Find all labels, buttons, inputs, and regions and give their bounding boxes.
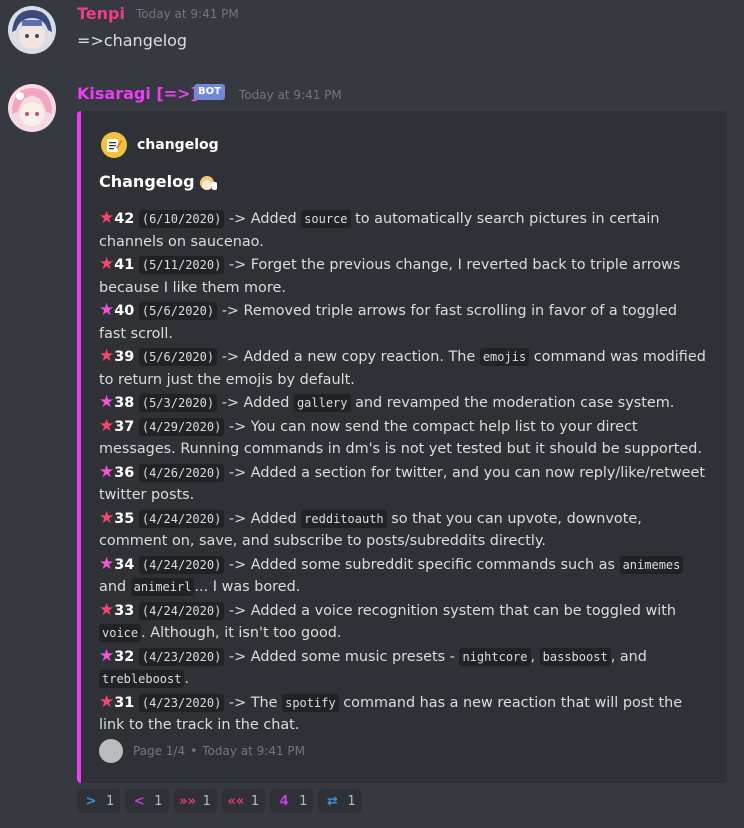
entry-date: (6/10/2020): [138, 210, 225, 228]
embed-author: changelog: [101, 131, 219, 159]
reaction-button[interactable]: »» 1: [173, 789, 217, 813]
star-icon: ★: [99, 691, 115, 712]
star-icon: ★: [99, 507, 115, 528]
entry-date: (4/24/2020): [138, 601, 225, 620]
command-code: animemes: [619, 555, 684, 574]
changelog-entry: ★41 (5/11/2020) -> Forget the previous c…: [99, 254, 681, 296]
reaction-button[interactable]: >1: [77, 789, 121, 813]
reaction-button[interactable]: <1: [125, 789, 169, 813]
changelog-embed: changelog Changelog ★42 (6/10/2020) -> A…: [77, 111, 727, 783]
entry-number: 34: [114, 556, 135, 573]
command-code: gallery: [293, 394, 351, 412]
reaction-button[interactable]: 41: [270, 789, 314, 813]
command-code: emojis: [479, 348, 530, 366]
reaction-count: 1: [154, 793, 163, 809]
bot-tag: BOT: [194, 84, 225, 100]
number-4-icon: 4: [279, 793, 289, 809]
command-code: nightcore: [459, 647, 531, 666]
entry-number: 33: [114, 602, 135, 619]
avatar[interactable]: [8, 6, 56, 54]
fast-back-icon: ««: [227, 793, 245, 809]
command-code: spotify: [282, 693, 339, 712]
star-icon: ★: [99, 645, 115, 666]
reaction-button[interactable]: ⇄ 1: [318, 789, 362, 813]
anime-girl-emoji-icon: [197, 173, 219, 193]
page-indicator: Page 1/4: [133, 744, 186, 758]
reaction-count: 1: [106, 793, 115, 809]
reaction-button[interactable]: «« 1: [221, 789, 266, 813]
command-code: trebleboost: [99, 670, 185, 688]
command-code: bassboost: [539, 647, 611, 666]
entry-date: (4/29/2020): [138, 417, 225, 436]
star-icon: ★: [99, 346, 115, 366]
entry-number: 41: [114, 257, 135, 273]
username[interactable]: Kisaragi [=>]: [77, 84, 198, 103]
star-icon: ★: [99, 553, 115, 574]
star-icon: ★: [99, 254, 115, 274]
reactions-bar: >1 <1»» 1 «« 1 4 1 ⇄ 1: [77, 789, 367, 813]
username[interactable]: Tenpi: [77, 4, 125, 23]
entry-date: (5/11/2020): [138, 256, 225, 274]
entry-number: 35: [114, 510, 135, 527]
embed-title-text: Changelog: [99, 172, 195, 191]
changelog-entry: ★37 (4/29/2020) -> You can now send the …: [99, 415, 702, 458]
copy-swap-icon: ⇄: [326, 793, 338, 809]
embed-description: ★42 (6/10/2020) -> Added source to autom…: [99, 207, 707, 737]
timestamp: Today at 9:41 PM: [136, 7, 239, 21]
fast-forward-icon: »»: [179, 793, 196, 809]
star-icon: ★: [99, 599, 115, 620]
star-icon: ★: [99, 392, 115, 412]
changelog-entry: ★31 (4/23/2020) -> The spotify command h…: [99, 691, 683, 734]
star-icon: ★: [99, 415, 115, 436]
footer-separator: •: [190, 744, 198, 758]
entry-date: (4/23/2020): [138, 693, 225, 712]
command-code: source: [301, 210, 351, 228]
changelog-entry: ★42 (6/10/2020) -> Added source to autom…: [99, 208, 660, 250]
left-arrow-icon: <: [133, 793, 145, 809]
command-code: animeirl: [130, 578, 195, 596]
embed-title: Changelog: [99, 172, 219, 193]
entry-date: (4/24/2020): [138, 509, 225, 528]
message-text: =>changelog: [77, 31, 188, 50]
entry-date: (5/3/2020): [138, 394, 218, 412]
reaction-count: 1: [250, 793, 260, 809]
star-icon: ★: [99, 208, 115, 228]
entry-number: 32: [114, 648, 135, 665]
entry-date: (5/6/2020): [138, 302, 218, 320]
embed-footer: Page 1/4 • Today at 9:41 PM: [99, 739, 305, 763]
right-arrow-icon: >: [85, 793, 97, 809]
changelog-entry: ★32 (4/23/2020) -> Added some music pres…: [99, 645, 647, 688]
changelog-entry: ★39 (5/6/2020) -> Added a new copy react…: [99, 346, 706, 388]
entry-date: (4/23/2020): [138, 647, 225, 666]
reaction-count: 1: [347, 793, 356, 809]
entry-number: 31: [114, 694, 135, 711]
avatar[interactable]: [8, 84, 56, 132]
star-icon: ★: [99, 300, 115, 320]
reaction-count: 1: [202, 793, 211, 809]
entry-number: 40: [114, 303, 135, 319]
changelog-entry: ★33 (4/24/2020) -> Added a voice recogni…: [99, 599, 676, 642]
entry-number: 42: [114, 211, 135, 227]
changelog-entry: ★40 (5/6/2020) -> Removed triple arrows …: [99, 300, 677, 342]
command-code: voice: [99, 624, 142, 642]
entry-date: (4/24/2020): [138, 555, 225, 574]
changelog-entry: ★35 (4/24/2020) -> Added redditoauth so …: [99, 507, 642, 550]
entry-number: 37: [114, 418, 135, 435]
embed-author-name: changelog: [137, 137, 219, 153]
changelog-entry: ★38 (5/3/2020) -> Added gallery and reva…: [99, 392, 675, 412]
footer-avatar: [99, 739, 123, 763]
entry-number: 39: [114, 349, 135, 365]
entry-date: (4/26/2020): [138, 463, 225, 482]
memo-icon: [101, 132, 127, 158]
star-icon: ★: [99, 461, 115, 482]
timestamp: Today at 9:41 PM: [239, 88, 342, 102]
changelog-entry: ★36 (4/26/2020) -> Added a section for t…: [99, 461, 705, 504]
command-code: redditoauth: [301, 509, 387, 528]
changelog-entry: ★34 (4/24/2020) -> Added some subreddit …: [99, 553, 707, 599]
reaction-count: 1: [299, 793, 308, 809]
entry-number: 36: [114, 464, 135, 481]
entry-number: 38: [114, 395, 135, 411]
footer-timestamp: Today at 9:41 PM: [202, 744, 306, 758]
entry-date: (5/6/2020): [138, 348, 218, 366]
